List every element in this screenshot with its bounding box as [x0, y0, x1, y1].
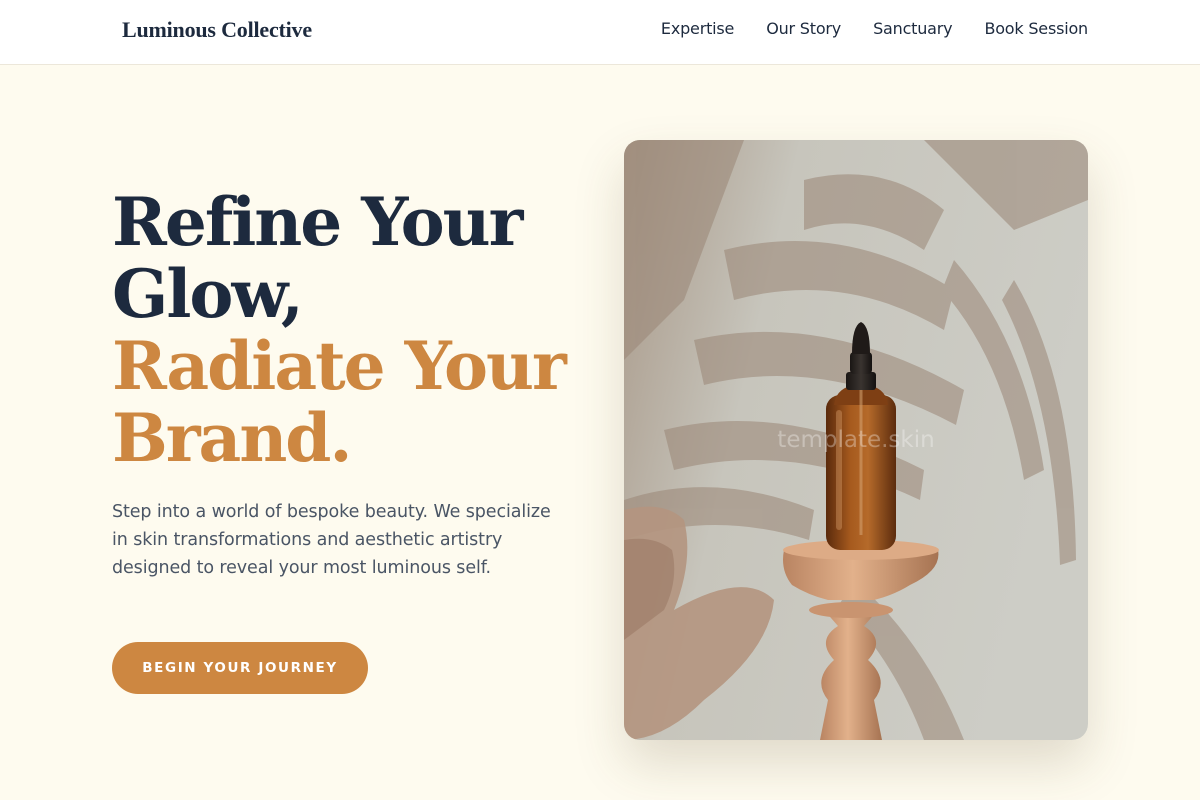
headline-line-2: Glow, [112, 255, 304, 333]
hero-product-photo: template.skin [624, 140, 1088, 740]
hero-headline: Refine Your Glow, Radiate Your Brand. [112, 186, 592, 474]
brand-logo[interactable]: Luminous Collective [122, 17, 312, 43]
headline-line-1: Refine Your [112, 183, 523, 261]
headline-line-4-accent: Brand. [112, 399, 352, 477]
nav-link-sanctuary[interactable]: Sanctuary [873, 19, 953, 38]
watermark: template.skin [777, 427, 935, 453]
hero-description: Step into a world of bespoke beauty. We … [112, 502, 551, 578]
begin-journey-button[interactable]: BEGIN YOUR JOURNEY [112, 642, 368, 694]
nav-link-expertise[interactable]: Expertise [661, 19, 734, 38]
nav-link-our-story[interactable]: Our Story [766, 19, 841, 38]
nav-links: Expertise Our Story Sanctuary Book Sessi… [661, 19, 1088, 38]
nav-link-book-session[interactable]: Book Session [984, 19, 1088, 38]
top-nav: Luminous Collective Expertise Our Story … [0, 0, 1200, 65]
headline-line-3-accent: Radiate Your [112, 327, 567, 405]
